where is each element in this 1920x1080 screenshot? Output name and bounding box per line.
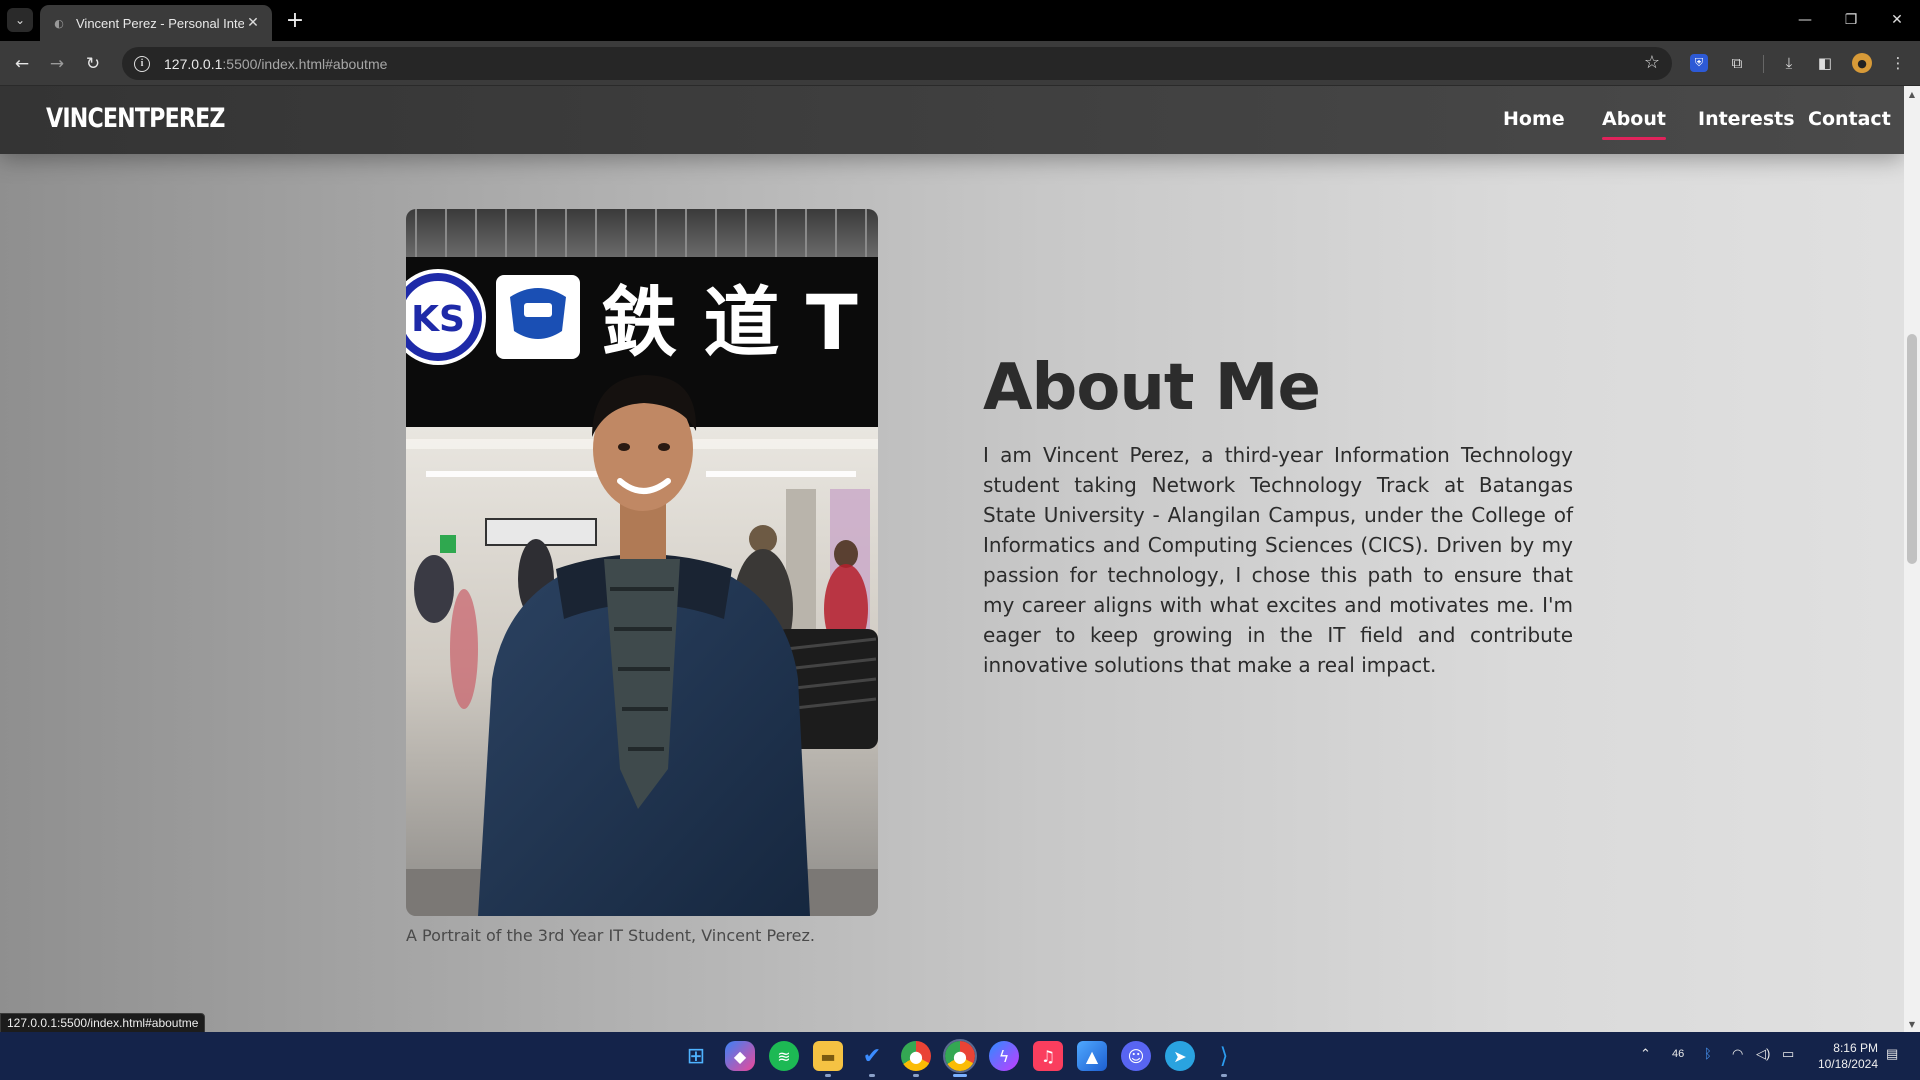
page-viewport: VINCENTPEREZ Home About Interests Contac… xyxy=(0,86,1904,1032)
bluetooth-icon[interactable]: ᛒ xyxy=(1704,1046,1712,1061)
address-bar[interactable]: i 127.0.0.1:5500/index.html#aboutme ☆ xyxy=(122,47,1672,80)
chrome-icon[interactable]: ● xyxy=(901,1041,931,1077)
wifi-icon[interactable]: ◠ xyxy=(1732,1046,1743,1062)
taskbar-clock[interactable]: 8:16 PM 10/18/2024 xyxy=(1818,1040,1878,1072)
extensions-puzzle-icon[interactable]: ⧉ xyxy=(1725,51,1749,75)
telegram-icon[interactable]: ➤ xyxy=(1165,1041,1195,1071)
site-header: VINCENTPEREZ Home About Interests Contac… xyxy=(0,86,1904,154)
scroll-up-icon[interactable]: ▲ xyxy=(1904,86,1920,102)
todo-icon[interactable]: ✔ xyxy=(857,1041,887,1077)
nav-interests[interactable]: Interests xyxy=(1698,108,1795,130)
volume-icon[interactable]: ◁) xyxy=(1756,1046,1770,1062)
start-icon[interactable]: ⊞ xyxy=(681,1041,711,1071)
music-icon[interactable]: ♫ xyxy=(1033,1041,1063,1071)
portrait-caption: A Portrait of the 3rd Year IT Student, V… xyxy=(406,926,815,945)
downloads-icon[interactable]: ⤓ xyxy=(1777,51,1801,75)
browser-toolbar: ← → ↻ i 127.0.0.1:5500/index.html#aboutm… xyxy=(0,41,1920,86)
clock-date: 10/18/2024 xyxy=(1817,1057,1878,1071)
nav-about[interactable]: About xyxy=(1602,108,1666,140)
status-bar-url: 127.0.0.1:5500/index.html#aboutme xyxy=(0,1013,206,1032)
browser-tab[interactable]: ◐ Vincent Perez - Personal Interests ✕ xyxy=(40,5,272,41)
notification-icon[interactable]: ▤ xyxy=(1886,1046,1898,1062)
reload-icon[interactable]: ↻ xyxy=(80,51,106,77)
site-info-icon[interactable]: i xyxy=(134,55,150,72)
toolbar-divider xyxy=(1763,55,1764,73)
file-explorer-icon[interactable]: ▬ xyxy=(813,1041,843,1077)
tray-badge[interactable]: 46 xyxy=(1672,1048,1684,1060)
url-host: 127.0.0.1 xyxy=(164,55,223,72)
minimize-icon[interactable]: — xyxy=(1790,8,1820,32)
tray-chevron-icon[interactable]: ⌃ xyxy=(1640,1046,1651,1062)
bookmark-star-icon[interactable]: ☆ xyxy=(1644,52,1660,73)
nav-contact[interactable]: Contact xyxy=(1808,108,1891,130)
url-text[interactable]: 127.0.0.1:5500/index.html#aboutme xyxy=(164,56,387,72)
tab-search-icon[interactable]: ⌄ xyxy=(7,8,33,32)
site-logo[interactable]: VINCENTPEREZ xyxy=(46,103,225,134)
about-title: About Me xyxy=(983,351,1321,425)
restore-icon[interactable]: ❐ xyxy=(1836,8,1866,32)
messenger-icon[interactable]: ϟ xyxy=(989,1041,1019,1071)
forward-icon[interactable]: → xyxy=(44,51,70,77)
new-tab-icon[interactable]: + xyxy=(283,7,307,33)
extension-shield-icon[interactable]: ⛨ xyxy=(1690,54,1708,72)
side-panel-icon[interactable]: ◧ xyxy=(1813,51,1837,75)
station-sign-kanji: 鉄 道 T xyxy=(601,278,858,367)
tab-title: Vincent Perez - Personal Interests xyxy=(76,15,244,31)
tab-close-icon[interactable]: ✕ xyxy=(244,15,262,31)
ks-badge-text: KS xyxy=(411,299,465,340)
url-path: :5500/index.html#aboutme xyxy=(222,55,388,72)
copilot-icon[interactable]: ◆ xyxy=(725,1041,755,1071)
scroll-down-icon[interactable]: ▼ xyxy=(1904,1016,1920,1032)
photos-icon[interactable]: ▲ xyxy=(1077,1041,1107,1071)
spotify-icon[interactable]: ≋ xyxy=(769,1041,799,1071)
about-paragraph: I am Vincent Perez, a third-year Informa… xyxy=(983,443,1573,677)
battery-icon[interactable]: ▭ xyxy=(1782,1046,1794,1062)
windows-taskbar: ⊞ ◆ ≋ ▬ ✔ ● ● ϟ ♫ ▲ ☺ ➤ ⟩ ⌃ 46 ᛒ ◠ ◁) ▭ … xyxy=(0,1032,1920,1080)
menu-kebab-icon[interactable]: ⋮ xyxy=(1886,51,1910,75)
profile-avatar-icon[interactable]: ● xyxy=(1852,53,1872,73)
close-window-icon[interactable]: ✕ xyxy=(1882,8,1912,32)
favicon-icon: ◐ xyxy=(54,16,64,30)
browser-tabbar: ⌄ ◐ Vincent Perez - Personal Interests ✕… xyxy=(0,0,1920,41)
clock-time: 8:16 PM xyxy=(1833,1041,1878,1055)
page-scrollbar[interactable]: ▲ ▼ xyxy=(1904,86,1920,1032)
portrait-illustration: KS 鉄 道 T xyxy=(406,209,878,916)
portrait-image: KS 鉄 道 T xyxy=(406,209,878,916)
vscode-icon[interactable]: ⟩ xyxy=(1209,1041,1239,1077)
back-icon[interactable]: ← xyxy=(9,51,35,77)
scroll-thumb[interactable] xyxy=(1907,334,1917,564)
nav-home[interactable]: Home xyxy=(1503,108,1565,130)
discord-icon[interactable]: ☺ xyxy=(1121,1041,1151,1071)
chrome-profile-icon[interactable]: ● xyxy=(943,1039,977,1077)
